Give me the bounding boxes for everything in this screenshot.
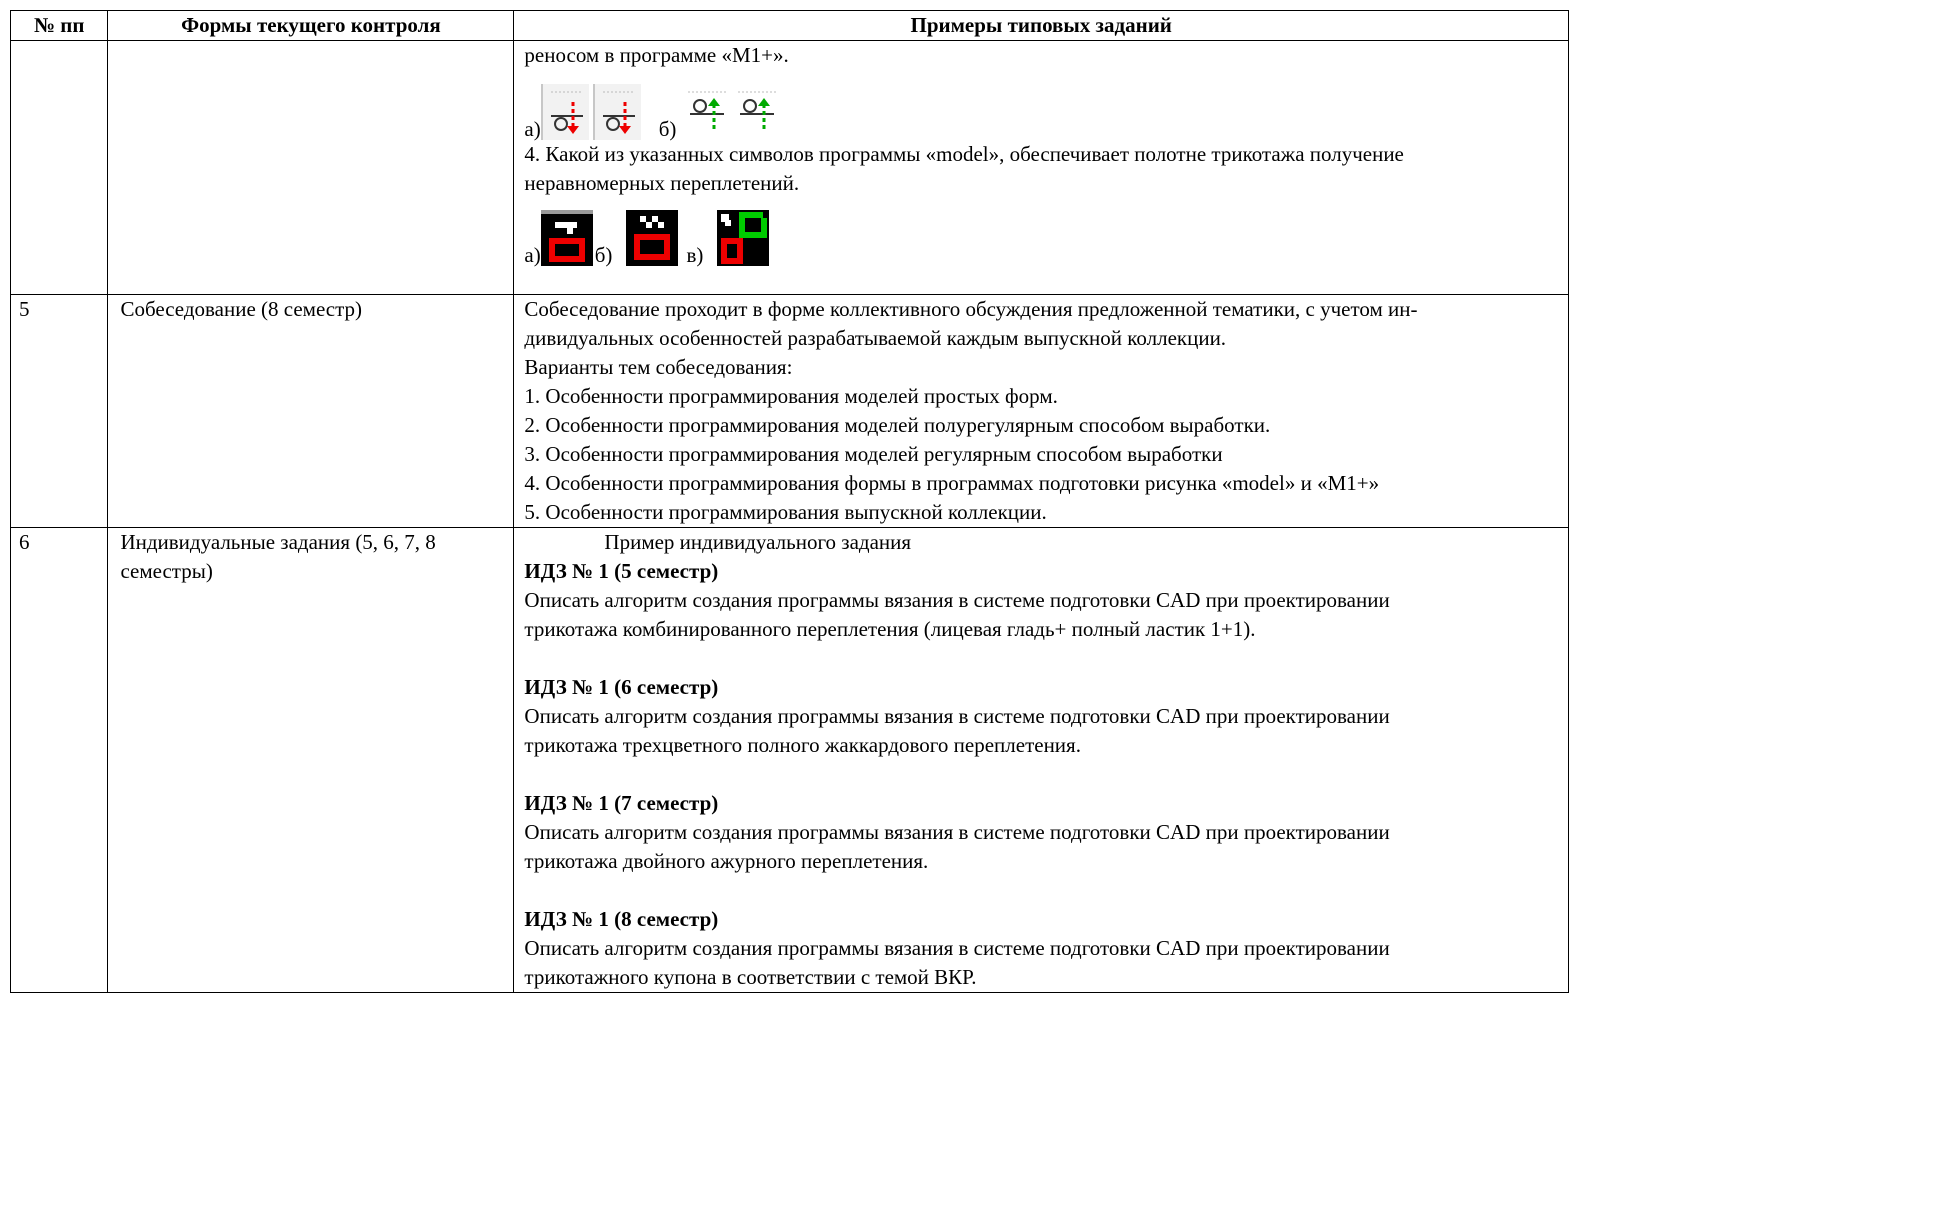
text-line: дивидуальных особенностей разрабатываемо… [524, 326, 1227, 350]
transfer-down-icon [540, 84, 589, 140]
text-line: Варианты тем собеседования: [524, 355, 793, 379]
option-label-b: б) [594, 243, 613, 267]
control-form-cell: Собеседование (8 семестр) [107, 294, 515, 528]
section-intro: Пример индивидуального задания [604, 530, 912, 554]
table-row: реносом в программе «M1+». а) б) 4. Како… [9, 40, 1569, 295]
text-line: Индивидуальные задания (5, 6, 7, 8 [120, 530, 436, 554]
model-symbols-group: а) б) в) [524, 202, 1562, 266]
task-text: трикотажа трехцветного полного жаккардов… [524, 733, 1081, 757]
option-label-a: а) [524, 243, 541, 267]
row-number-cell: 6 [9, 527, 109, 993]
header-number: № пп [9, 10, 109, 41]
topic-item: 5. Особенности программирования выпускно… [524, 500, 1047, 524]
task-text: трикотажного купона в соответствии с тем… [524, 965, 977, 989]
row-number-cell: 5 [9, 294, 109, 528]
task-text: Описать алгоритм создания программы вяза… [524, 936, 1390, 960]
task-examples-cell: Собеседование проходит в форме коллектив… [513, 294, 1569, 528]
transfer-up-alt-icon [734, 84, 780, 140]
topic-item: 4. Особенности программирования формы в … [524, 471, 1380, 495]
header-control-forms: Формы текущего контроля [107, 10, 515, 41]
option-label-a: а) [524, 117, 541, 141]
control-form-cell: Индивидуальные задания (5, 6, 7, 8 семес… [107, 527, 515, 993]
table-row: 6 Индивидуальные задания (5, 6, 7, 8 сем… [9, 527, 1569, 993]
task-text: Описать алгоритм создания программы вяза… [524, 820, 1390, 844]
task-title: ИДЗ № 1 (8 семестр) [524, 907, 719, 931]
assessment-table: № пп Формы текущего контроля Примеры тип… [9, 10, 1569, 993]
task-examples-cell: реносом в программе «M1+». а) б) 4. Како… [513, 40, 1569, 295]
task-text: Описать алгоритм создания программы вяза… [524, 704, 1390, 728]
tool-icons-group: а) б) [524, 82, 1562, 140]
question-4-line: неравномерных переплетений. [524, 171, 800, 195]
task-text: трикотажа двойного ажурного переплетения… [524, 849, 929, 873]
task-examples-cell: Пример индивидуального задания ИДЗ № 1 (… [513, 527, 1569, 993]
text-line: реносом в программе «M1+». [524, 43, 789, 67]
text-line: Собеседование проходит в форме коллектив… [524, 297, 1418, 321]
symbol-a-icon [540, 210, 593, 266]
task-text: Описать алгоритм создания программы вяза… [524, 588, 1390, 612]
symbol-c-icon [717, 210, 770, 266]
task-title: ИДЗ № 1 (6 семестр) [524, 675, 719, 699]
text-line: семестры) [120, 559, 213, 583]
header-row: № пп Формы текущего контроля Примеры тип… [9, 10, 1569, 41]
control-form-cell [107, 40, 515, 295]
option-label-c: в) [686, 243, 704, 267]
task-text: трикотажа комбинированного переплетения … [524, 617, 1256, 641]
topic-item: 2. Особенности программирования моделей … [524, 413, 1271, 437]
option-label-b: б) [658, 117, 677, 141]
symbol-b-icon [626, 210, 679, 266]
task-title: ИДЗ № 1 (5 семестр) [524, 559, 719, 583]
table-row: 5 Собеседование (8 семестр) Собеседовани… [9, 294, 1569, 528]
row-number-cell [9, 40, 109, 295]
question-4-line: 4. Какой из указанных символов программы… [524, 142, 1404, 166]
task-title: ИДЗ № 1 (7 семестр) [524, 791, 719, 815]
transfer-up-icon [684, 84, 730, 140]
transfer-down-alt-icon [592, 84, 641, 140]
topic-item: 3. Особенности программирования моделей … [524, 442, 1223, 466]
topic-item: 1. Особенности программирования моделей … [524, 384, 1058, 408]
header-task-examples: Примеры типовых заданий [513, 10, 1569, 41]
